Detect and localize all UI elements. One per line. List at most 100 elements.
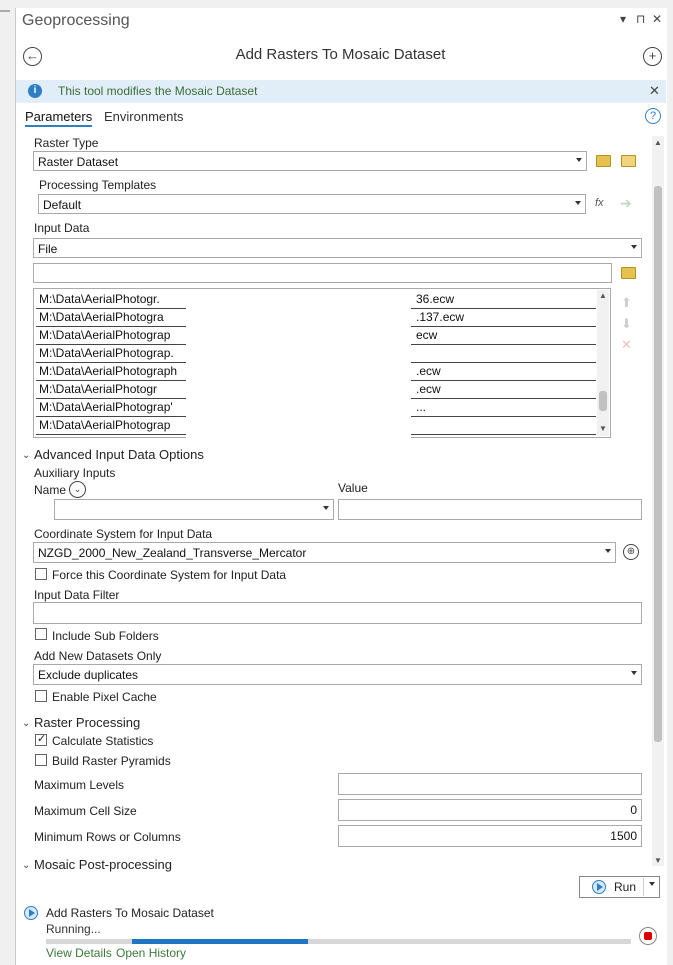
chevron-down-icon[interactable]: ⌄ <box>22 860 30 871</box>
running-tool-icon <box>24 906 38 920</box>
move-down-icon[interactable]: ⬇ <box>621 316 632 332</box>
name-expand-icon[interactable]: ⌄ <box>69 481 86 498</box>
raster-type-edit-icon[interactable] <box>621 155 636 167</box>
file-path-end: .ecw <box>416 382 441 396</box>
minimum-rows-columns-field[interactable]: 1500 <box>338 825 642 847</box>
force-coordinate-label: Force this Coordinate System for Input D… <box>52 568 287 582</box>
scroll-down-icon[interactable]: ▼ <box>654 856 662 865</box>
pane-title: Geoprocessing <box>22 12 130 29</box>
pin-icon[interactable]: ⊓ <box>636 12 645 26</box>
file-path-start: M:\Data\AerialPhotograph <box>39 364 178 378</box>
maximum-cell-size-field[interactable]: 0 <box>338 799 642 821</box>
coordinate-system-label: Coordinate System for Input Data <box>34 527 213 541</box>
help-icon[interactable]: ? <box>645 108 661 124</box>
maximum-levels-field[interactable] <box>338 773 642 795</box>
stop-icon <box>644 932 652 940</box>
maximum-cell-size-value: 0 <box>630 803 637 817</box>
processing-templates-value: Default <box>43 198 82 212</box>
add-new-datasets-value: Exclude duplicates <box>38 668 139 682</box>
remove-icon[interactable]: ✕ <box>621 337 632 353</box>
template-function-icon[interactable]: fx <box>595 197 604 209</box>
file-path-start: M:\Data\AerialPhotograp <box>39 328 171 342</box>
calculate-statistics-label: Calculate Statistics <box>52 734 154 748</box>
minimum-rows-columns-value: 1500 <box>610 829 637 843</box>
globe-icon[interactable]: ⊕ <box>623 544 639 560</box>
processing-templates-label: Processing Templates <box>39 178 157 192</box>
raster-type-value: Raster Dataset <box>38 155 119 169</box>
view-details-link[interactable]: View Details <box>46 946 112 960</box>
add-new-datasets-label: Add New Datasets Only <box>34 649 162 663</box>
aux-name-label: Name <box>34 483 67 497</box>
cancel-run-button[interactable] <box>639 927 657 945</box>
processing-templates-dropdown[interactable]: Default <box>38 194 586 214</box>
build-pyramids-label: Build Raster Pyramids <box>52 754 171 768</box>
chevron-down-icon[interactable]: ⌄ <box>22 450 30 461</box>
aux-value-label: Value <box>338 481 368 495</box>
coordinate-system-dropdown[interactable]: NZGD_2000_New_Zealand_Transverse_Mercato… <box>33 542 616 563</box>
list-scroll-up-icon[interactable]: ▲ <box>599 291 607 300</box>
chevron-down-icon <box>605 549 611 553</box>
raster-type-properties-icon[interactable] <box>596 155 611 167</box>
input-data-filter-label: Input Data Filter <box>34 588 120 602</box>
tab-environments[interactable]: Environments <box>104 109 183 124</box>
file-path-start: M:\Data\AerialPhotogr. <box>39 292 160 306</box>
file-path-start: M:\Data\AerialPhotogra <box>39 310 164 324</box>
move-up-icon[interactable]: ⬆ <box>621 295 632 311</box>
file-path-end: .137.ecw <box>416 310 465 324</box>
raster-type-dropdown[interactable]: Raster Dataset <box>33 151 587 171</box>
play-icon <box>592 880 606 894</box>
calculate-statistics-checkbox[interactable]: ✓ <box>35 733 47 746</box>
enable-pixel-cache-label: Enable Pixel Cache <box>52 690 157 704</box>
raster-type-label: Raster Type <box>34 136 99 150</box>
maximum-cell-size-label: Maximum Cell Size <box>34 804 137 818</box>
coordinate-system-value: NZGD_2000_New_Zealand_Transverse_Mercato… <box>38 546 307 560</box>
file-path-start: M:\Data\AerialPhotograp' <box>39 400 173 414</box>
file-path-end: .ecw <box>416 364 441 378</box>
pane-menu-icon[interactable]: ▾ <box>620 12 626 26</box>
input-data-dropdown[interactable]: File <box>33 238 642 258</box>
build-pyramids-checkbox[interactable] <box>35 754 47 766</box>
tool-title: Add Rasters To Mosaic Dataset <box>235 46 446 63</box>
file-list-scrollbar[interactable] <box>597 290 609 436</box>
force-coordinate-checkbox[interactable] <box>35 568 47 580</box>
mosaic-post-processing-section-header[interactable]: Mosaic Post-processing <box>34 857 172 872</box>
minimum-rows-columns-label: Minimum Rows or Columns <box>34 830 181 844</box>
enable-pixel-cache-checkbox[interactable] <box>35 690 47 702</box>
maximum-levels-label: Maximum Levels <box>34 778 125 792</box>
advanced-input-section-header[interactable]: Advanced Input Data Options <box>34 447 204 462</box>
input-data-filter-field[interactable] <box>33 602 642 624</box>
input-data-path-field[interactable] <box>33 263 612 283</box>
pane-scrollbar-thumb[interactable] <box>654 186 662 742</box>
progress-fill <box>132 939 308 944</box>
run-button[interactable]: Run <box>579 876 660 898</box>
checkmark-icon: ✓ <box>37 733 47 745</box>
include-sub-folders-checkbox[interactable] <box>35 628 47 640</box>
chevron-down-icon <box>323 506 329 510</box>
left-edge-marker <box>0 10 10 12</box>
add-icon[interactable]: + <box>643 47 662 66</box>
open-history-link[interactable]: Open History <box>116 946 186 960</box>
file-path-end: 36.ecw <box>416 292 455 306</box>
list-scroll-down-icon[interactable]: ▼ <box>599 424 607 433</box>
chevron-down-icon <box>631 671 637 675</box>
scroll-up-icon[interactable]: ▲ <box>654 138 662 147</box>
info-icon: i <box>28 84 42 98</box>
file-path-end: ... <box>416 400 427 414</box>
arrow-right-icon[interactable]: ➔ <box>620 195 632 212</box>
raster-processing-section-header[interactable]: Raster Processing <box>34 715 140 730</box>
chevron-down-icon <box>631 245 637 249</box>
run-options-icon[interactable] <box>649 882 655 886</box>
tab-parameters[interactable]: Parameters <box>25 109 93 127</box>
file-list-scrollbar-thumb[interactable] <box>599 391 607 411</box>
browse-folder-icon[interactable] <box>621 267 636 279</box>
status-state: Running... <box>46 922 101 936</box>
chevron-down-icon[interactable]: ⌄ <box>22 718 30 729</box>
file-path-start: M:\Data\AerialPhotograp. <box>39 346 174 360</box>
aux-value-field[interactable] <box>338 499 642 520</box>
aux-name-dropdown[interactable] <box>54 499 334 520</box>
close-icon[interactable]: ✕ <box>652 12 662 26</box>
add-new-datasets-dropdown[interactable]: Exclude duplicates <box>33 664 642 685</box>
chevron-down-icon <box>576 158 582 162</box>
include-sub-folders-label: Include Sub Folders <box>52 629 159 643</box>
dismiss-info-icon[interactable]: ✕ <box>649 83 660 99</box>
